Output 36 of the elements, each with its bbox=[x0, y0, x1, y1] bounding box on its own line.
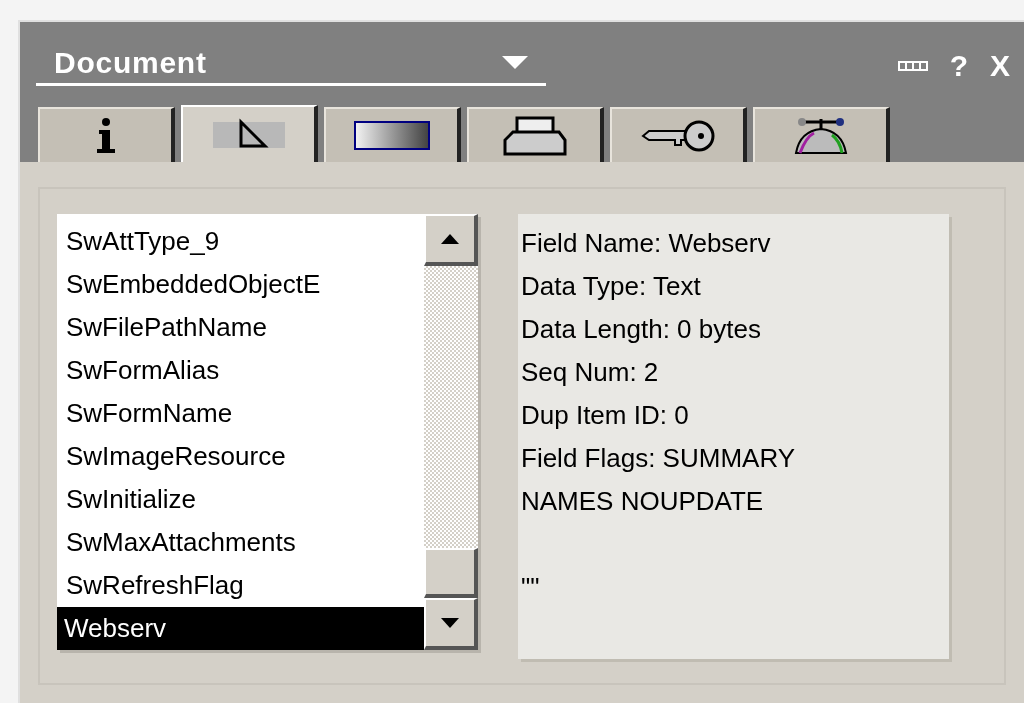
info-icon bbox=[94, 117, 117, 154]
list-item[interactable]: SwImageResource bbox=[57, 435, 424, 478]
down-arrow-icon bbox=[441, 618, 459, 628]
key-icon bbox=[640, 118, 715, 153]
list-item[interactable]: SwMaxAttachments bbox=[57, 521, 424, 564]
close-button[interactable]: X bbox=[990, 48, 1010, 84]
list-item[interactable]: SwFormName bbox=[57, 392, 424, 435]
detail-line: "" bbox=[521, 572, 540, 602]
scroll-up-button[interactable] bbox=[424, 214, 478, 266]
scroll-thumb[interactable] bbox=[424, 548, 478, 598]
list-item[interactable]: SwEmbeddedObjectE bbox=[57, 263, 424, 306]
gradient-bar-icon bbox=[353, 120, 430, 151]
tab[interactable] bbox=[38, 107, 175, 162]
list-item[interactable]: SwRefreshFlag bbox=[57, 564, 424, 607]
dropdown-arrow-icon[interactable] bbox=[502, 56, 528, 70]
window-title: Document bbox=[53, 45, 207, 81]
tab[interactable] bbox=[324, 107, 461, 162]
detail-line: Field Flags: SUMMARY bbox=[521, 443, 796, 473]
printer-icon bbox=[502, 115, 567, 156]
detail-line: Dup Item ID: 0 bbox=[521, 400, 689, 430]
list-item[interactable]: SwFilePathName bbox=[57, 306, 424, 349]
list-item[interactable]: SwFormAlias bbox=[57, 349, 424, 392]
tab[interactable] bbox=[610, 107, 747, 162]
list-item[interactable]: Webserv bbox=[57, 607, 424, 650]
tab[interactable] bbox=[753, 107, 890, 162]
detail-line: Data Length: 0 bytes bbox=[521, 314, 761, 344]
help-button[interactable]: ? bbox=[949, 48, 968, 84]
tab[interactable] bbox=[467, 107, 604, 162]
list-item[interactable]: SwInitialize bbox=[57, 478, 424, 521]
detail-line: Data Type: Text bbox=[521, 271, 701, 301]
detail-line: Seq Num: 2 bbox=[521, 357, 659, 387]
up-arrow-icon bbox=[441, 234, 459, 244]
detail-line: NAMES NOUPDATE bbox=[521, 486, 764, 516]
scroll-down-button[interactable] bbox=[424, 598, 478, 650]
detail-line: Field Name: Webserv bbox=[521, 228, 771, 258]
list-item[interactable]: SwAttType_9 bbox=[57, 220, 424, 263]
